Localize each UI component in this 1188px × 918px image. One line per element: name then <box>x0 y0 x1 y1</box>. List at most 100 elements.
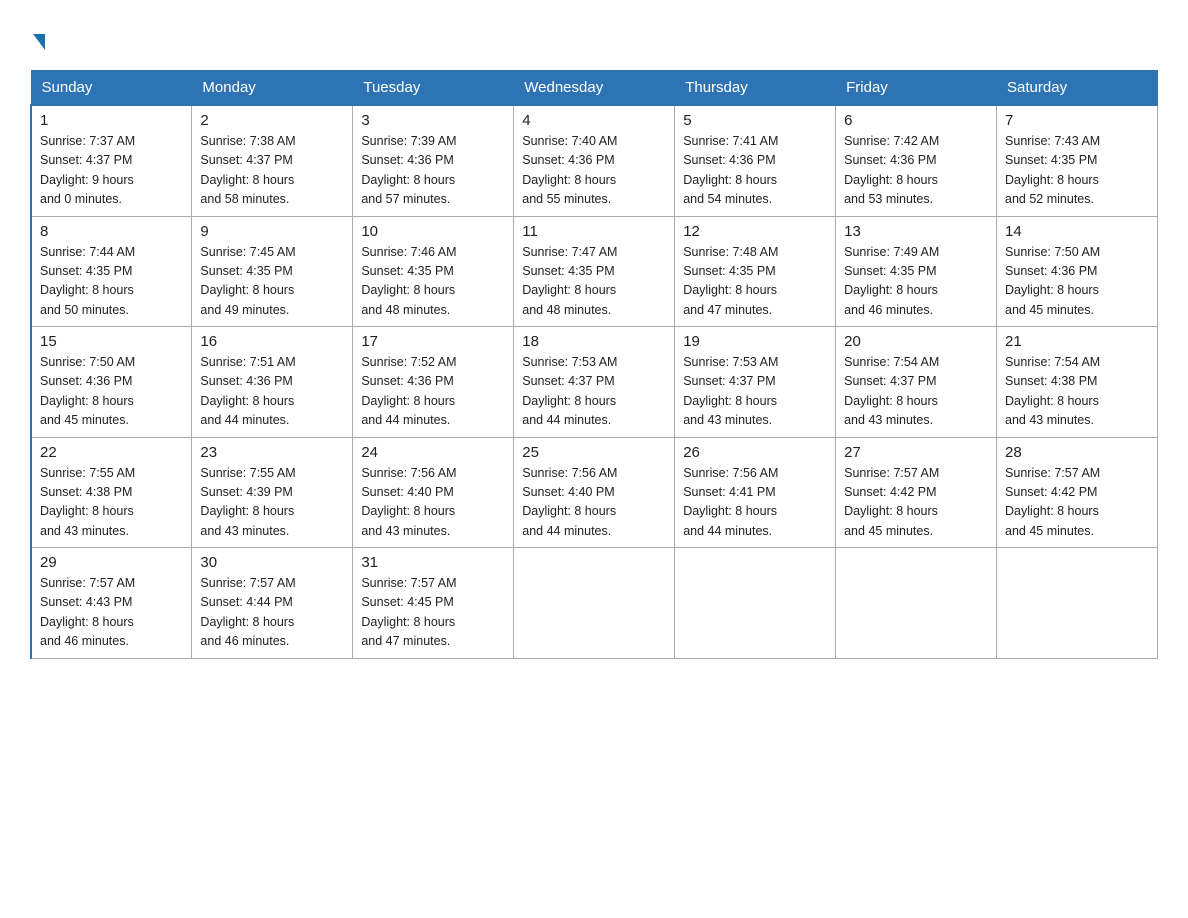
calendar-cell: 16 Sunrise: 7:51 AMSunset: 4:36 PMDayligh… <box>192 327 353 438</box>
day-number: 16 <box>200 333 344 350</box>
day-info-text: Sunrise: 7:39 AMSunset: 4:36 PMDaylight:… <box>361 132 505 210</box>
day-number: 21 <box>1005 333 1149 350</box>
day-number: 4 <box>522 112 666 129</box>
day-info-text: Sunrise: 7:52 AMSunset: 4:36 PMDaylight:… <box>361 353 505 431</box>
calendar-cell: 13Sunrise: 7:49 AMSunset: 4:35 PMDayligh… <box>836 216 997 327</box>
logo-arrow-icon <box>33 34 45 50</box>
day-info-text: Sunrise: 7:40 AMSunset: 4:36 PMDaylight:… <box>522 132 666 210</box>
day-number: 20 <box>844 333 988 350</box>
day-number: 19 <box>683 333 827 350</box>
calendar-cell: 26 Sunrise: 7:56 AMSunset: 4:41 PMDayligh… <box>675 437 836 548</box>
day-number: 15 <box>40 333 183 350</box>
calendar-week-row: 29 Sunrise: 7:57 AMSunset: 4:43 PMDayligh… <box>31 548 1158 659</box>
day-info-text: Sunrise: 7:53 AMSunset: 4:37 PMDaylight:… <box>683 353 827 431</box>
day-number: 14 <box>1005 223 1149 240</box>
col-header-monday: Monday <box>192 71 353 106</box>
day-info-text: Sunrise: 7:55 AMSunset: 4:39 PMDaylight:… <box>200 464 344 542</box>
day-number: 29 <box>40 554 183 571</box>
calendar-cell: 9 Sunrise: 7:45 AMSunset: 4:35 PMDaylight… <box>192 216 353 327</box>
col-header-saturday: Saturday <box>997 71 1158 106</box>
col-header-wednesday: Wednesday <box>514 71 675 106</box>
day-info-text: Sunrise: 7:56 AMSunset: 4:41 PMDaylight:… <box>683 464 827 542</box>
col-header-sunday: Sunday <box>31 71 192 106</box>
calendar-cell: 2 Sunrise: 7:38 AMSunset: 4:37 PMDaylight… <box>192 105 353 216</box>
calendar-cell: 10 Sunrise: 7:46 AMSunset: 4:35 PMDayligh… <box>353 216 514 327</box>
calendar-cell: 17 Sunrise: 7:52 AMSunset: 4:36 PMDayligh… <box>353 327 514 438</box>
day-number: 30 <box>200 554 344 571</box>
calendar-cell: 28 Sunrise: 7:57 AMSunset: 4:42 PMDayligh… <box>997 437 1158 548</box>
day-info-text: Sunrise: 7:38 AMSunset: 4:37 PMDaylight:… <box>200 132 344 210</box>
day-info-text: Sunrise: 7:54 AMSunset: 4:38 PMDaylight:… <box>1005 353 1149 431</box>
calendar-week-row: 1 Sunrise: 7:37 AMSunset: 4:37 PMDaylight… <box>31 105 1158 216</box>
day-info-text: Sunrise: 7:55 AMSunset: 4:38 PMDaylight:… <box>40 464 183 542</box>
calendar-cell: 8 Sunrise: 7:44 AMSunset: 4:35 PMDaylight… <box>31 216 192 327</box>
day-info-text: Sunrise: 7:57 AMSunset: 4:43 PMDaylight:… <box>40 574 183 652</box>
day-info-text: Sunrise: 7:37 AMSunset: 4:37 PMDaylight:… <box>40 132 183 210</box>
day-number: 6 <box>844 112 988 129</box>
day-number: 9 <box>200 223 344 240</box>
day-info-text: Sunrise: 7:42 AMSunset: 4:36 PMDaylight:… <box>844 132 988 210</box>
day-info-text: Sunrise: 7:54 AMSunset: 4:37 PMDaylight:… <box>844 353 988 431</box>
day-info-text: Sunrise: 7:43 AMSunset: 4:35 PMDaylight:… <box>1005 132 1149 210</box>
calendar-cell <box>514 548 675 659</box>
day-number: 27 <box>844 444 988 461</box>
day-info-text: Sunrise: 7:48 AMSunset: 4:35 PMDaylight:… <box>683 243 827 321</box>
day-info-text: Sunrise: 7:44 AMSunset: 4:35 PMDaylight:… <box>40 243 183 321</box>
day-number: 8 <box>40 223 183 240</box>
calendar-header: SundayMondayTuesdayWednesdayThursdayFrid… <box>31 71 1158 106</box>
calendar-cell <box>675 548 836 659</box>
col-header-friday: Friday <box>836 71 997 106</box>
calendar-cell <box>997 548 1158 659</box>
logo <box>30 30 45 50</box>
day-number: 10 <box>361 223 505 240</box>
day-info-text: Sunrise: 7:56 AMSunset: 4:40 PMDaylight:… <box>361 464 505 542</box>
col-header-thursday: Thursday <box>675 71 836 106</box>
calendar-cell: 25Sunrise: 7:56 AMSunset: 4:40 PMDayligh… <box>514 437 675 548</box>
calendar-cell: 30 Sunrise: 7:57 AMSunset: 4:44 PMDayligh… <box>192 548 353 659</box>
calendar-cell: 18Sunrise: 7:53 AMSunset: 4:37 PMDayligh… <box>514 327 675 438</box>
calendar-cell: 14Sunrise: 7:50 AMSunset: 4:36 PMDayligh… <box>997 216 1158 327</box>
day-info-text: Sunrise: 7:57 AMSunset: 4:44 PMDaylight:… <box>200 574 344 652</box>
day-info-text: Sunrise: 7:50 AMSunset: 4:36 PMDaylight:… <box>40 353 183 431</box>
page-header <box>30 20 1158 50</box>
calendar-cell: 1 Sunrise: 7:37 AMSunset: 4:37 PMDaylight… <box>31 105 192 216</box>
day-number: 28 <box>1005 444 1149 461</box>
calendar-cell: 6 Sunrise: 7:42 AMSunset: 4:36 PMDaylight… <box>836 105 997 216</box>
day-info-text: Sunrise: 7:47 AMSunset: 4:35 PMDaylight:… <box>522 243 666 321</box>
calendar-cell: 29 Sunrise: 7:57 AMSunset: 4:43 PMDayligh… <box>31 548 192 659</box>
calendar-cell: 22 Sunrise: 7:55 AMSunset: 4:38 PMDayligh… <box>31 437 192 548</box>
day-number: 26 <box>683 444 827 461</box>
calendar-cell: 21 Sunrise: 7:54 AMSunset: 4:38 PMDayligh… <box>997 327 1158 438</box>
day-info-text: Sunrise: 7:51 AMSunset: 4:36 PMDaylight:… <box>200 353 344 431</box>
day-info-text: Sunrise: 7:56 AMSunset: 4:40 PMDaylight:… <box>522 464 666 542</box>
calendar-cell: 27 Sunrise: 7:57 AMSunset: 4:42 PMDayligh… <box>836 437 997 548</box>
day-info-text: Sunrise: 7:49 AMSunset: 4:35 PMDaylight:… <box>844 243 988 321</box>
day-info-text: Sunrise: 7:57 AMSunset: 4:42 PMDaylight:… <box>844 464 988 542</box>
calendar-week-row: 8 Sunrise: 7:44 AMSunset: 4:35 PMDaylight… <box>31 216 1158 327</box>
day-number: 22 <box>40 444 183 461</box>
day-number: 12 <box>683 223 827 240</box>
day-number: 17 <box>361 333 505 350</box>
calendar-cell: 31 Sunrise: 7:57 AMSunset: 4:45 PMDayligh… <box>353 548 514 659</box>
day-info-text: Sunrise: 7:57 AMSunset: 4:42 PMDaylight:… <box>1005 464 1149 542</box>
calendar-cell: 3Sunrise: 7:39 AMSunset: 4:36 PMDaylight… <box>353 105 514 216</box>
day-info-text: Sunrise: 7:57 AMSunset: 4:45 PMDaylight:… <box>361 574 505 652</box>
day-info-text: Sunrise: 7:53 AMSunset: 4:37 PMDaylight:… <box>522 353 666 431</box>
calendar-cell: 23 Sunrise: 7:55 AMSunset: 4:39 PMDayligh… <box>192 437 353 548</box>
day-number: 2 <box>200 112 344 129</box>
day-info-text: Sunrise: 7:46 AMSunset: 4:35 PMDaylight:… <box>361 243 505 321</box>
day-number: 23 <box>200 444 344 461</box>
calendar-cell: 12 Sunrise: 7:48 AMSunset: 4:35 PMDayligh… <box>675 216 836 327</box>
calendar-cell: 4 Sunrise: 7:40 AMSunset: 4:36 PMDaylight… <box>514 105 675 216</box>
day-number: 5 <box>683 112 827 129</box>
day-info-text: Sunrise: 7:45 AMSunset: 4:35 PMDaylight:… <box>200 243 344 321</box>
calendar-cell: 11 Sunrise: 7:47 AMSunset: 4:35 PMDayligh… <box>514 216 675 327</box>
day-number: 11 <box>522 223 666 240</box>
day-number: 31 <box>361 554 505 571</box>
calendar-cell: 15 Sunrise: 7:50 AMSunset: 4:36 PMDayligh… <box>31 327 192 438</box>
calendar-table: SundayMondayTuesdayWednesdayThursdayFrid… <box>30 70 1158 659</box>
calendar-cell: 5Sunrise: 7:41 AMSunset: 4:36 PMDaylight… <box>675 105 836 216</box>
calendar-cell: 19 Sunrise: 7:53 AMSunset: 4:37 PMDayligh… <box>675 327 836 438</box>
day-number: 1 <box>40 112 183 129</box>
day-number: 7 <box>1005 112 1149 129</box>
